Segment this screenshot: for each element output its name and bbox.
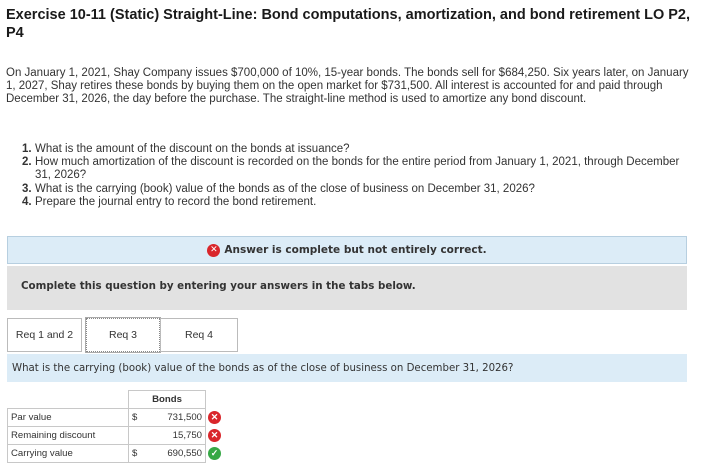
amount-input-par-value[interactable]: $ 731,500 [128,408,206,427]
question-number: 2. [22,156,32,169]
row-label: Remaining discount [7,426,129,445]
exercise-title: Exercise 10-11 (Static) Straight-Line: B… [6,7,691,41]
question-text: How much amortization of the discount is… [35,156,680,182]
table-row: Carrying value $ 690,550 ✓ [7,444,229,463]
check-circle-icon: ✓ [208,447,221,460]
question-text: What is the carrying (book) value of the… [35,182,535,195]
question-item: 3. What is the carrying (book) value of … [22,183,694,196]
amount-value: 15,750 [172,430,202,441]
tab-req-4[interactable]: Req 4 [160,318,238,352]
tab-req-1-and-2[interactable]: Req 1 and 2 [7,318,82,352]
x-circle-icon: ✕ [207,243,221,257]
question-text: What is the amount of the discount on th… [35,143,350,155]
amount-value: 731,500 [167,412,202,423]
currency-symbol: $ [132,412,138,423]
instruction-banner: Complete this question by entering your … [7,266,687,310]
requirement-tabs: Req 1 and 2 Req 3 Req 4 [7,317,238,354]
question-number: 1. [22,143,32,155]
tab-question: What is the carrying (book) value of the… [7,354,687,382]
table-row: Par value $ 731,500 ✕ [7,408,229,427]
question-number: 4. [22,195,32,208]
question-item: 4. Prepare the journal entry to record t… [22,196,694,209]
column-header-bonds: Bonds [128,390,206,409]
question-number: 3. [22,182,32,195]
x-circle-icon: ✕ [208,429,221,442]
question-item: 2. How much amortization of the discount… [22,156,694,182]
amount-carrying-value: $ 690,550 [128,444,206,463]
tab-req-3[interactable]: Req 3 [85,317,161,353]
table-row: Remaining discount 15,750 ✕ [7,426,229,445]
answer-status-text: Answer is complete but not entirely corr… [224,244,487,256]
row-label: Par value [7,408,129,427]
question-item: 1. What is the amount of the discount on… [22,143,694,156]
answer-table: Bonds Par value $ 731,500 ✕ Remaining di… [7,390,229,463]
table-header-row: Bonds [8,390,229,409]
problem-text: On January 1, 2021, Shay Company issues … [6,67,689,106]
amount-input-remaining-discount[interactable]: 15,750 [128,426,206,445]
question-text: Prepare the journal entry to record the … [35,195,317,208]
row-label: Carrying value [7,444,129,463]
question-list: 1. What is the amount of the discount on… [22,143,694,209]
currency-symbol: $ [132,448,138,459]
x-circle-icon: ✕ [208,411,221,424]
answer-status-banner: ✕ Answer is complete but not entirely co… [7,236,687,264]
amount-value: 690,550 [167,448,202,459]
